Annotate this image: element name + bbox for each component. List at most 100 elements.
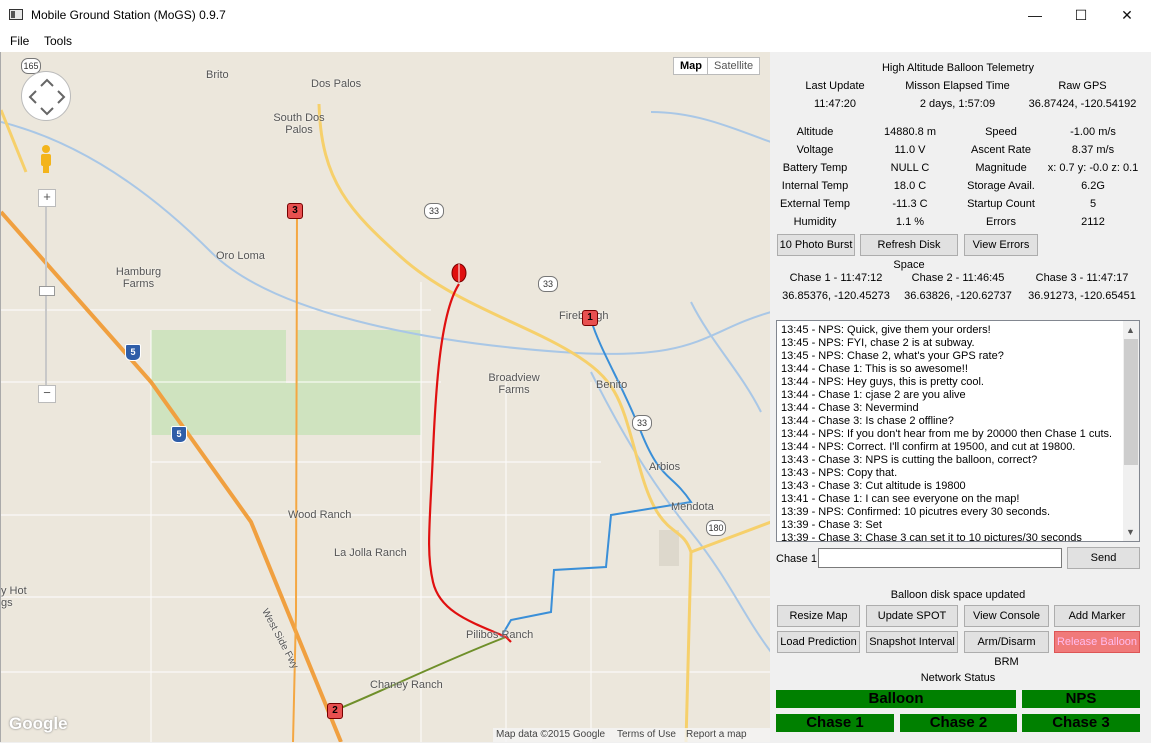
scroll-down-icon[interactable]: ▼ (1126, 527, 1135, 537)
menu-tools[interactable]: Tools (44, 34, 72, 48)
zoom-in-button[interactable]: + (38, 189, 56, 207)
menu-file[interactable]: File (10, 34, 29, 48)
map-type-satellite-button[interactable]: Satellite (707, 57, 761, 75)
place-label: Benito (596, 379, 628, 391)
zoom-out-button[interactable]: − (38, 385, 56, 403)
place-label: Broadview Farms (488, 372, 540, 396)
chase-3-marker[interactable]: 3 (287, 203, 303, 219)
network-nps-indicator: NPS (1022, 690, 1140, 708)
photo-burst-button[interactable]: 10 Photo Burst (777, 234, 855, 256)
elapsed-value: 2 days, 1:57:09 (919, 98, 996, 110)
update-spot-button[interactable]: Update SPOT (866, 605, 958, 627)
console-line: 13:44 - Chase 3: Nevermind (781, 402, 919, 414)
console-line: 13:39 - Chase 3: Chase 3 can set it to 1… (781, 532, 1082, 542)
farmland-area (151, 330, 286, 383)
pegman-icon[interactable] (38, 144, 54, 174)
altitude-label: Altitude (796, 126, 834, 138)
chase-2-marker[interactable]: 2 (327, 703, 343, 719)
console-line: 13:43 - NPS: Copy that. (781, 467, 898, 479)
close-button[interactable]: ✕ (1104, 0, 1150, 30)
magnitude-label: Magnitude (975, 162, 1027, 174)
console-line: 13:44 - Chase 1: This is so awesome!! (781, 363, 968, 375)
map-view[interactable]: Brito Dos Palos South Dos Palos Hamburg … (0, 52, 770, 742)
chase-2-title: Chase 2 - 11:46:45 (911, 272, 1005, 284)
last-update-label: Last Update (805, 80, 865, 92)
view-console-button[interactable]: View Console (964, 605, 1049, 627)
network-status-title: Network Status (920, 672, 996, 684)
status-message: Balloon disk space updated (890, 589, 1026, 601)
battery-temp-label: Battery Temp (782, 162, 848, 174)
scroll-up-icon[interactable]: ▲ (1126, 325, 1135, 335)
console-line: 13:45 - NPS: Chase 2, what's your GPS ra… (781, 350, 1004, 362)
pan-control[interactable] (21, 71, 71, 121)
console-line: 13:44 - NPS: Correct. I'll confirm at 19… (781, 441, 1076, 453)
zoom-slider-track[interactable] (45, 207, 47, 387)
interstate-shield: 5 (171, 426, 187, 443)
send-button[interactable]: Send (1067, 547, 1140, 569)
view-errors-button[interactable]: View Errors (964, 234, 1038, 256)
load-prediction-button[interactable]: Load Prediction (777, 631, 860, 653)
app-icon (9, 9, 23, 20)
ascent-rate-label: Ascent Rate (971, 144, 1031, 156)
refresh-disk-space-button[interactable]: Refresh Disk Space (860, 234, 958, 271)
farmland-area (296, 330, 421, 383)
telemetry-title: High Altitude Balloon Telemetry (881, 62, 1035, 74)
scrollbar-thumb[interactable] (1124, 339, 1138, 465)
place-label: South Dos Palos (273, 112, 325, 136)
place-label: Arbios (649, 461, 681, 473)
speed-label: Speed (985, 126, 1017, 138)
route-shield: 180 (706, 520, 726, 536)
elapsed-label: Misson Elapsed Time (905, 80, 1010, 92)
map-type-map-button[interactable]: Map (673, 57, 708, 75)
message-console[interactable]: 13:45 - NPS: Quick, give them your order… (776, 320, 1140, 542)
errors-value: 2112 (1081, 216, 1105, 228)
humidity-value: 1.1 % (895, 216, 925, 228)
place-label: Wood Ranch (288, 509, 352, 521)
chat-input[interactable] (818, 548, 1062, 568)
place-label: Brito (206, 69, 229, 81)
canal (1, 121, 770, 355)
humidity-label: Humidity (793, 216, 837, 228)
chase-2-track (330, 636, 507, 713)
arm-disarm-brm-button[interactable]: Arm/Disarm BRM (964, 631, 1049, 668)
console-scrollbar[interactable]: ▲ ▼ (1123, 321, 1139, 541)
report-error-link[interactable]: Report a map error (686, 729, 770, 742)
google-logo: Google (9, 714, 68, 733)
add-marker-button[interactable]: Add Marker (1054, 605, 1140, 627)
terms-link[interactable]: Terms of Use (617, 729, 676, 740)
minimize-button[interactable]: — (1012, 0, 1058, 30)
balloon-track (428, 283, 512, 643)
network-chase-1-indicator: Chase 1 (776, 714, 894, 732)
voltage-label: Voltage (796, 144, 834, 156)
network-chase-2-indicator: Chase 2 (900, 714, 1017, 732)
place-label: Mendota (671, 501, 714, 513)
resize-map-button[interactable]: Resize Map (777, 605, 860, 627)
maximize-button[interactable]: ☐ (1058, 0, 1104, 30)
last-update-value: 11:47:20 (813, 98, 856, 110)
route-shield: 33 (424, 203, 444, 219)
route-shield: 33 (632, 415, 652, 431)
console-line: 13:43 - Chase 3: NPS is cutting the ball… (781, 454, 1038, 466)
interstate-shield: 5 (125, 344, 141, 361)
startup-count-label: Startup Count (967, 198, 1035, 210)
zoom-slider-handle[interactable] (39, 286, 55, 296)
place-label: La Jolla Ranch (334, 547, 407, 559)
chase-3-position: 36.91273, -120.65451 (1028, 290, 1136, 302)
external-temp-label: External Temp (779, 198, 851, 210)
farmland-area (151, 383, 421, 435)
console-line: 13:41 - Chase 1: I can see everyone on t… (781, 493, 1020, 505)
map-attribution: Map data ©2015 Google (496, 729, 606, 740)
internal-temp-label: Internal Temp (781, 180, 849, 192)
magnitude-value: x: 0.7 y: -0.0 z: 0.1 (1047, 162, 1139, 174)
route-shield: 33 (538, 276, 558, 292)
chase-1-marker[interactable]: 1 (582, 310, 598, 326)
raw-gps-value: 36.87424, -120.54192 (1028, 98, 1137, 110)
place-label: Chaney Ranch (370, 679, 443, 691)
release-balloon-button[interactable]: Release Balloon (1054, 631, 1140, 653)
network-chase-3-indicator: Chase 3 (1022, 714, 1140, 732)
snapshot-interval-button[interactable]: Snapshot Interval (866, 631, 958, 653)
chase-2-position: 36.63826, -120.62737 (904, 290, 1012, 302)
speed-value: -1.00 m/s (1070, 126, 1116, 138)
console-line: 13:44 - Chase 3: Is chase 2 offline? (781, 415, 954, 427)
console-line: 13:44 - Chase 1: cjase 2 are you alive (781, 389, 966, 401)
